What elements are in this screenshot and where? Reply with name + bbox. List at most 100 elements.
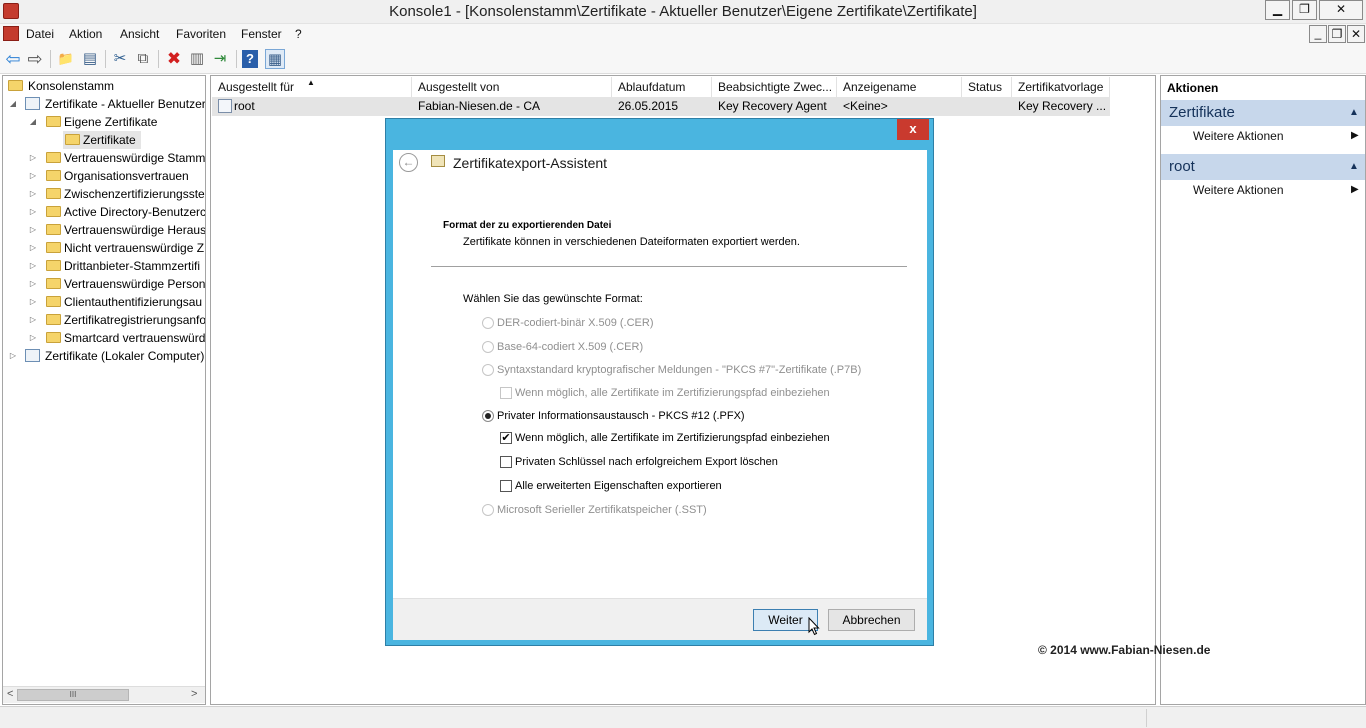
restore-button[interactable]: ❐: [1292, 0, 1317, 20]
menu-fenster[interactable]: Fenster: [241, 27, 282, 41]
tree-node-child[interactable]: ▷ Drittanbieter-Stammzertifi: [7, 257, 205, 275]
checkbox-pfx-include-chain[interactable]: ✔: [500, 432, 512, 444]
expand-triangle-icon[interactable]: ▷: [28, 221, 38, 239]
column-header-friendly-name[interactable]: Anzeigename: [837, 77, 962, 97]
option-pfx-include-chain-label: Wenn möglich, alle Zertifikate im Zertif…: [515, 432, 830, 444]
tree-node-label: Vertrauenswürdige Heraus: [64, 223, 206, 237]
tree-node-child[interactable]: ▷ Vertrauenswürdige Heraus: [7, 221, 206, 239]
sort-ascending-icon: ▲: [307, 78, 315, 87]
radio-der[interactable]: [482, 317, 494, 329]
scroll-right-arrow-icon[interactable]: >: [191, 688, 197, 700]
dialog-close-button[interactable]: x: [897, 119, 929, 140]
tree-node-child[interactable]: ▷ Smartcard vertrauenswürd: [7, 329, 206, 347]
checkbox-pkcs7-include-chain[interactable]: [500, 387, 512, 399]
column-header-issued-to[interactable]: Ausgestellt für ▲: [212, 77, 412, 97]
cell-friendly-name: <Keine>: [843, 99, 888, 113]
certificate-store-icon: [25, 97, 40, 110]
expand-triangle-icon[interactable]: ▷: [28, 257, 38, 275]
tree-node-child[interactable]: ▷ Vertrauenswürdige Persone: [7, 275, 206, 293]
more-actions-label: Weitere Aktionen: [1193, 183, 1284, 197]
expand-triangle-icon[interactable]: ▷: [28, 239, 38, 257]
expand-triangle-icon[interactable]: ▷: [8, 347, 18, 365]
collapse-icon[interactable]: ▲: [1349, 154, 1359, 180]
action-pane-icon[interactable]: ▦: [265, 49, 285, 69]
tree-node-user-store[interactable]: ◢ Zertifikate - Aktueller Benutzer: [7, 95, 205, 113]
column-header-issued-by[interactable]: Ausgestellt von: [412, 77, 612, 97]
tree-horizontal-scrollbar[interactable]: < III >: [3, 686, 205, 703]
tree-node-child[interactable]: ▷ Clientauthentifizierungsau: [7, 293, 205, 311]
up-folder-icon[interactable]: 📁: [56, 49, 76, 69]
menu-favoriten[interactable]: Favoriten: [176, 27, 226, 41]
scroll-thumb[interactable]: III: [17, 689, 129, 701]
tree-node-label: Nicht vertrauenswürdige Z: [64, 241, 205, 255]
radio-sst[interactable]: [482, 504, 494, 516]
export-list-icon[interactable]: ⇥: [210, 49, 230, 69]
expand-triangle-icon[interactable]: ▷: [28, 185, 38, 203]
expand-triangle-icon[interactable]: ▷: [28, 167, 38, 185]
cut-icon[interactable]: ✂: [110, 49, 130, 69]
properties-icon[interactable]: ▥: [187, 49, 207, 69]
tree-node-child[interactable]: ▷ Vertrauenswürdige Stamm: [7, 149, 205, 167]
help-icon[interactable]: ?: [242, 50, 258, 68]
console-icon[interactable]: [3, 26, 19, 41]
inner-minimize-button[interactable]: _: [1309, 25, 1327, 43]
actions-section-title: Zertifikate: [1169, 104, 1235, 121]
expand-triangle-icon[interactable]: ▷: [28, 329, 38, 347]
step-subheading: Zertifikate können in verschiedenen Date…: [463, 236, 800, 248]
close-button[interactable]: ✕: [1319, 0, 1363, 20]
actions-section-root[interactable]: root ▲: [1161, 154, 1365, 180]
checkbox-delete-private-key[interactable]: [500, 456, 512, 468]
tree-node-label: Vertrauenswürdige Persone: [64, 277, 206, 291]
tree-node-label: Smartcard vertrauenswürd: [64, 331, 206, 345]
tree-node-label: Drittanbieter-Stammzertifi: [64, 259, 201, 273]
more-actions-root[interactable]: Weitere Aktionen ▶: [1193, 183, 1359, 197]
column-header-status[interactable]: Status: [962, 77, 1012, 97]
dialog-footer: Weiter Abbrechen: [393, 598, 927, 640]
radio-pfx[interactable]: [482, 410, 494, 422]
radio-base64[interactable]: [482, 341, 494, 353]
radio-pkcs7[interactable]: [482, 364, 494, 376]
cell-template: Key Recovery ...: [1018, 99, 1107, 113]
menu-help[interactable]: ?: [295, 27, 302, 41]
column-header-template[interactable]: Zertifikatvorlage: [1012, 77, 1110, 97]
expand-triangle-icon[interactable]: ▷: [28, 149, 38, 167]
tree-node-child[interactable]: ▷ Zwischenzertifizierungsstel: [7, 185, 205, 203]
delete-icon[interactable]: ✖: [164, 49, 184, 69]
menu-ansicht[interactable]: Ansicht: [120, 27, 159, 41]
menu-aktion[interactable]: Aktion: [69, 27, 102, 41]
show-hide-tree-icon[interactable]: ▤: [80, 49, 100, 69]
tree-node-child[interactable]: ▷ Organisationsvertrauen: [7, 167, 205, 185]
collapse-triangle-icon[interactable]: ◢: [28, 113, 38, 131]
toolbar-separator: [105, 50, 106, 68]
tree-node-computer-store[interactable]: ▷ Zertifikate (Lokaler Computer): [7, 347, 205, 365]
more-actions-zertifikate[interactable]: Weitere Aktionen ▶: [1193, 129, 1359, 143]
cancel-button[interactable]: Abbrechen: [828, 609, 915, 631]
inner-close-button[interactable]: ✕: [1347, 25, 1365, 43]
dialog-client: ← Zertifikatexport-Assistent Format der …: [393, 150, 927, 640]
copy-icon[interactable]: ⧉: [133, 49, 153, 69]
actions-section-title: root: [1169, 158, 1195, 175]
inner-restore-button[interactable]: ❐: [1328, 25, 1346, 43]
tree-node-child[interactable]: ▷ Zertifikatregistrierungsanfo: [7, 311, 205, 329]
collapse-triangle-icon[interactable]: ◢: [8, 95, 18, 113]
console-tree: Konsolenstamm ◢ Zertifikate - Aktueller …: [2, 75, 206, 705]
expand-triangle-icon[interactable]: ▷: [28, 311, 38, 329]
back-arrow-icon[interactable]: ⇦: [3, 49, 23, 69]
expand-triangle-icon[interactable]: ▷: [28, 275, 38, 293]
tree-node-certificates-selected[interactable]: Zertifikate: [63, 131, 141, 149]
certificate-store-icon: [25, 349, 40, 362]
tree-node-child[interactable]: ▷ Active Directory-Benutzerc: [7, 203, 205, 221]
forward-arrow-icon[interactable]: ⇨: [25, 49, 45, 69]
menu-datei[interactable]: Datei: [26, 27, 54, 41]
tree-node-child[interactable]: ▷ Nicht vertrauenswürdige Z: [7, 239, 205, 257]
checkbox-export-extended-properties[interactable]: [500, 480, 512, 492]
collapse-icon[interactable]: ▲: [1349, 100, 1359, 126]
column-header-purposes[interactable]: Beabsichtigte Zwec...: [712, 77, 837, 97]
scroll-left-arrow-icon[interactable]: <: [7, 688, 13, 700]
actions-section-zertifikate[interactable]: Zertifikate ▲: [1161, 100, 1365, 126]
minimize-button[interactable]: ▁: [1265, 0, 1290, 20]
column-header-expiration[interactable]: Ablaufdatum: [612, 77, 712, 97]
back-button-icon[interactable]: ←: [399, 153, 418, 172]
expand-triangle-icon[interactable]: ▷: [28, 203, 38, 221]
expand-triangle-icon[interactable]: ▷: [28, 293, 38, 311]
